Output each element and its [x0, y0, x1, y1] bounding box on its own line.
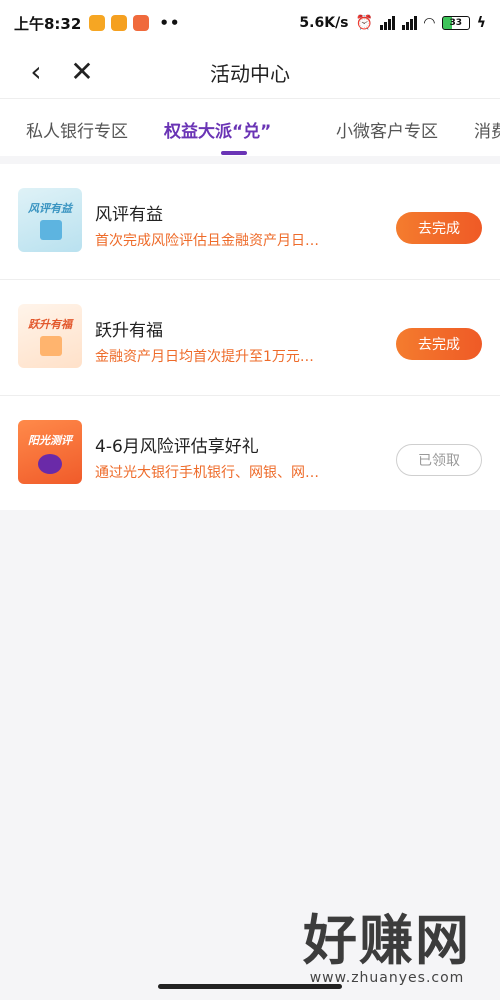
- status-bar: 上午8:32 •• 5.6K/s ⏰ ◠ 33 ϟ: [0, 0, 500, 46]
- thumbnail-text: 风评有益: [28, 202, 72, 215]
- activity-thumbnail: 风评有益: [18, 188, 82, 252]
- tab-benefits[interactable]: 权益大派“兑”: [164, 117, 271, 142]
- item-description: 首次完成风险评估且金融资产月日…: [95, 233, 319, 249]
- item-description: 通过光大银行手机银行、网银、网…: [95, 465, 319, 481]
- network-speed: 5.6K/s: [299, 15, 349, 31]
- activity-thumbnail: 阳光测评: [18, 420, 82, 484]
- list-item[interactable]: 阳光测评 4-6月风险评估享好礼 通过光大银行手机银行、网银、网… 已领取: [0, 396, 500, 510]
- list-item[interactable]: 风评有益 风评有益 首次完成风险评估且金融资产月日… 去完成: [0, 164, 500, 280]
- app-notification-icon: [133, 15, 150, 31]
- list-item[interactable]: 跃升有福 跃升有福 金融资产月日均首次提升至1万元… 去完成: [0, 280, 500, 396]
- close-icon[interactable]: ✕: [66, 56, 98, 88]
- signal-icon: [401, 16, 417, 30]
- tab-private-banking[interactable]: 私人银行专区: [26, 117, 128, 142]
- home-indicator[interactable]: [158, 984, 342, 989]
- battery-icon: 33: [441, 16, 470, 30]
- activity-thumbnail: 跃升有福: [18, 304, 82, 368]
- complete-button[interactable]: 去完成: [396, 212, 482, 244]
- more-notifications-icon: ••: [159, 14, 181, 32]
- active-tab-indicator: [221, 151, 247, 155]
- charging-icon: ϟ: [476, 15, 486, 31]
- thumbnail-text: 跃升有福: [28, 318, 72, 331]
- gift-icon: [40, 220, 62, 240]
- wifi-icon: ◠: [423, 15, 435, 31]
- thumbnail-text: 阳光测评: [28, 434, 72, 447]
- complete-button[interactable]: 去完成: [396, 328, 482, 360]
- app-notification-icon: [89, 15, 106, 31]
- alarm-icon: ⏰: [355, 15, 373, 31]
- gift-icon: [40, 336, 62, 356]
- claimed-button: 已领取: [396, 444, 482, 476]
- watermark: 好赚网 www.zhuanyes.com: [292, 909, 482, 987]
- status-right: 5.6K/s ⏰ ◠ 33 ϟ: [299, 15, 486, 31]
- item-title: 跃升有福: [95, 321, 163, 341]
- activity-list: 风评有益 风评有益 首次完成风险评估且金融资产月日… 去完成 跃升有福 跃升有福…: [0, 164, 500, 510]
- signal-icon: [379, 16, 395, 30]
- app-notification-icon: [111, 15, 128, 31]
- item-description: 金融资产月日均首次提升至1万元…: [95, 349, 314, 365]
- battery-level: 33: [449, 18, 463, 28]
- tab-bar: 私人银行专区 权益大派“兑” 小微客户专区 消费: [0, 98, 500, 156]
- status-time: 上午8:32: [14, 14, 82, 33]
- tab-consumer[interactable]: 消费: [474, 117, 500, 142]
- watermark-logo: 好赚网: [303, 909, 471, 972]
- mascot-icon: [38, 454, 62, 474]
- nav-bar: ‹ ✕ 活动中心: [0, 46, 500, 98]
- tab-small-business[interactable]: 小微客户专区: [336, 117, 438, 142]
- item-title: 4-6月风险评估享好礼: [95, 437, 259, 457]
- back-icon[interactable]: ‹: [20, 56, 52, 88]
- item-title: 风评有益: [95, 205, 163, 225]
